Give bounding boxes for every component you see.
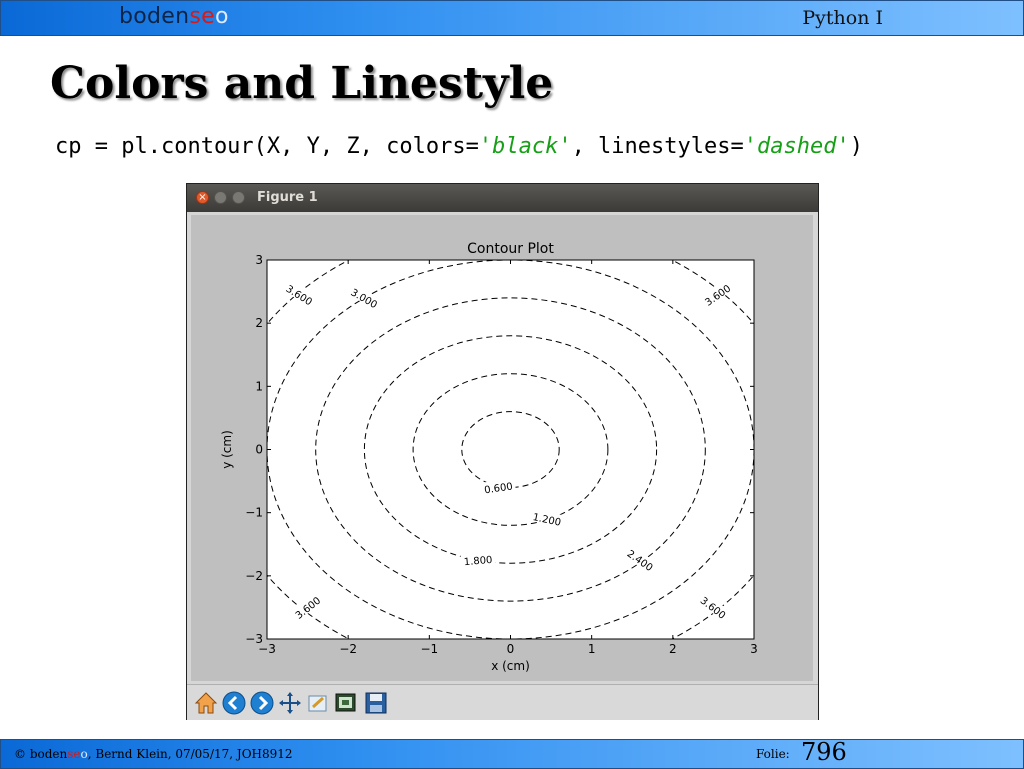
copyright-suffix: , Bernd Klein, 07/05/17, JOH8912 [87,747,293,761]
code-linestyles-arg: 'dashed' [743,134,850,159]
footer-bar: © bodenseo, Bernd Klein, 07/05/17, JOH89… [0,738,1024,769]
y-tick-label: 2 [255,316,263,330]
code-middle: , linestyles= [571,134,744,159]
window-title: Figure 1 [257,190,318,205]
y-tick-label: −3 [245,632,263,646]
y-axis-label: y (cm) [220,430,234,469]
forward-icon[interactable] [249,690,275,716]
copyright-prefix: © [14,747,30,761]
y-tick-label: −2 [245,569,263,583]
back-icon[interactable] [221,690,247,716]
y-tick-label: 3 [255,253,263,267]
x-tick-label: 1 [588,642,596,656]
code-prefix: cp = pl.contour(X, Y, Z, colors= [55,134,479,159]
maximize-window-button[interactable] [232,191,245,204]
pan-icon[interactable] [277,690,303,716]
brand-part-2: se [189,4,215,29]
configure-icon[interactable] [305,690,331,716]
zoom-icon[interactable] [333,690,359,716]
y-tick-label: −1 [245,506,263,520]
header-bar: bodenseo Python I [0,0,1024,36]
brand-part-3: o [214,4,229,29]
copyright-text: © bodenseo, Bernd Klein, 07/05/17, JOH89… [14,747,293,761]
save-icon[interactable] [363,690,389,716]
y-tick-label: 0 [255,443,263,457]
course-title: Python I [802,7,883,29]
code-colors-arg: 'black' [478,134,572,159]
brand-logo: bodenseo [119,4,229,29]
x-tick-label: −2 [339,642,357,656]
minimize-window-button[interactable] [214,191,227,204]
home-icon[interactable] [193,690,219,716]
code-line: cp = pl.contour(X, Y, Z, colors='black',… [55,134,863,159]
chart-title: Contour Plot [467,241,554,257]
close-window-button[interactable]: × [196,191,209,204]
y-tick-label: 1 [255,379,263,393]
x-tick-label: −1 [420,642,438,656]
code-suffix: ) [849,134,863,159]
x-axis-label: x (cm) [491,659,530,673]
plot-canvas[interactable]: 0.600 1.200 1.800 2.400 3.000 3.600 3.600 3.600… [191,215,813,681]
footer-brand-part-2: se [67,747,81,761]
folie-label: Folie: [756,747,790,761]
x-tick-label: 3 [750,642,758,656]
figure-window: × Figure 1 0.600 1.200 1.800 2.400 3.000 3.60… [186,183,819,720]
footer-brand-part-3: o [80,747,88,761]
x-tick-label: 0 [507,642,515,656]
x-tick-label: 2 [669,642,677,656]
axes-background [267,260,754,639]
figure-toolbar [187,684,818,720]
slide-title: Colors and Linestyle [50,58,554,109]
slide-number: 796 [801,738,847,766]
brand-part-1: boden [119,4,190,29]
window-titlebar[interactable]: × Figure 1 [187,184,818,212]
contour-chart: 0.6001.2001.800 2.4003.0003.600 3.6003.600… [191,215,813,681]
footer-brand-part-1: boden [29,747,68,761]
